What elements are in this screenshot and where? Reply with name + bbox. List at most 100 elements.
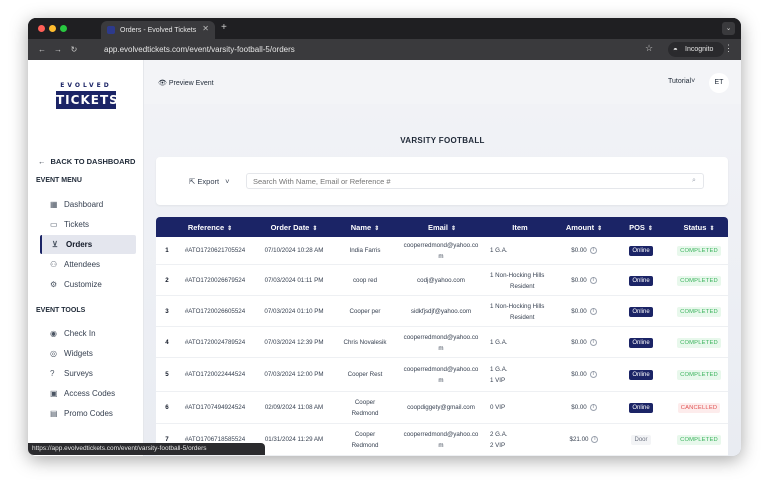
item-text-line-2: Resident [510, 314, 535, 321]
new-tab-icon[interactable]: + [221, 22, 227, 33]
table-row[interactable]: 5 #ATO1720022444524 07/03/2024 12:00 PM Coo… [156, 358, 728, 392]
incognito-badge[interactable]: ◓ Incognito [668, 42, 724, 57]
reference-cell[interactable]: #ATO1720024789524 [174, 337, 256, 348]
column-header-status[interactable]: Status ⇕ [671, 223, 727, 232]
column-header-amount[interactable]: Amount ⇕ [554, 223, 614, 232]
tab-close-icon[interactable]: ✕ [202, 24, 209, 33]
amount-cell: $0.00 i [554, 275, 614, 286]
tab-search-icon[interactable]: ⌄ [722, 22, 735, 35]
table-row[interactable]: 1 #ATO1720621705524 07/10/2024 10:28 AM Ind… [156, 237, 728, 265]
table-row[interactable]: 6 #ATO1707494924524 02/09/2024 11:08 AM Coo… [156, 392, 728, 424]
back-arrow-icon[interactable]: ← [34, 45, 50, 54]
amount-text: $0.00 [571, 371, 587, 378]
status-badge: COMPLETED [677, 307, 721, 317]
logo-line-2: TICKETS [56, 91, 119, 109]
email-text-line-2: m [438, 377, 444, 384]
customer-name: coop red [352, 277, 378, 284]
browser-tab[interactable]: Orders - Evolved Tickets ✕ [101, 21, 215, 39]
status-cell: COMPLETED [671, 306, 727, 317]
item-text: 2 G.A. [490, 431, 508, 438]
preview-label: Preview Event [168, 80, 214, 87]
reference-cell[interactable]: #ATO1720026679524 [174, 275, 256, 286]
column-header-email[interactable]: Email ⇕ [399, 223, 485, 232]
row-number: 7 [165, 436, 169, 443]
sort-icon: ⇕ [647, 226, 653, 232]
table-row[interactable]: 2 #ATO1720026679524 07/03/2024 01:11 PM coo… [156, 265, 728, 296]
reference-text: #ATO1720026605524 [184, 308, 246, 315]
reference-cell[interactable]: #ATO1720026605524 [174, 306, 256, 317]
minimize-window-button[interactable] [49, 25, 56, 32]
amount-text: $21.00 [569, 436, 589, 443]
preview-event-link[interactable]: 👁 Preview Event [158, 79, 214, 87]
row-number-cell: 3 [160, 306, 174, 317]
info-icon[interactable]: i [591, 435, 599, 443]
close-window-button[interactable] [38, 25, 45, 32]
sidebar-item-tickets[interactable]: ▭ Tickets [40, 215, 136, 234]
address-bar[interactable]: app.evolvedtickets.com/event/varsity-foo… [94, 42, 664, 57]
sidebar-item-attendees[interactable]: ⚇ Attendees [40, 255, 136, 274]
reload-icon[interactable]: ↻ [66, 45, 82, 54]
sort-icon: ⇕ [597, 226, 603, 232]
sidebar-item-widgets[interactable]: ◎ Widgets [40, 344, 136, 363]
sidebar-item-customize[interactable]: ⚙ Customize [40, 275, 136, 294]
sidebar-item-orders[interactable]: ⊻ Orders [40, 235, 136, 254]
sidebar-item-access-codes[interactable]: ▣ Access Codes [40, 384, 136, 403]
order-date-cell: 07/03/2024 01:11 PM [252, 275, 336, 286]
sidebar-item-surveys[interactable]: ? Surveys [40, 364, 136, 383]
tutorial-dropdown[interactable]: Tutorial˅ [668, 78, 695, 85]
info-icon[interactable]: i [589, 246, 597, 254]
sidebar-item-label: Surveys [64, 369, 93, 378]
info-icon[interactable]: i [589, 403, 597, 411]
search-input[interactable] [246, 173, 704, 189]
pos-badge: Online [629, 246, 653, 256]
email-text-line-2: m [438, 442, 444, 449]
column-header-order-date[interactable]: Order Date ⇕ [252, 223, 336, 232]
email-text: sidkfjsdjf@yahoo.com [410, 308, 472, 315]
info-icon[interactable]: i [589, 370, 597, 378]
maximize-window-button[interactable] [60, 25, 67, 32]
email-text: cooperredmond@yahoo.co [403, 366, 479, 373]
email-cell: cooperredmond@yahoo.co m [392, 429, 490, 451]
export-dropdown[interactable]: ⇱ Export ˅ [189, 177, 230, 186]
sidebar-item-check-in[interactable]: ◉ Check In [40, 324, 136, 343]
info-icon[interactable]: i [589, 276, 597, 284]
info-icon[interactable]: i [589, 338, 597, 346]
sort-icon: ⇕ [450, 226, 457, 232]
event-tools-heading: EVENT TOOLS [36, 307, 86, 314]
info-icon[interactable]: i [589, 307, 597, 315]
forward-arrow-icon[interactable]: → [50, 45, 66, 54]
item-cell: 1 Non-Hocking Hills Resident [490, 270, 564, 292]
pos-cell: Online [616, 306, 666, 317]
grid-icon: ▦ [50, 200, 58, 209]
column-header-name[interactable]: Name ⇕ [337, 223, 393, 232]
tag-icon: ▤ [50, 409, 58, 418]
back-to-dashboard-link[interactable]: ← BACK TO DASHBOARD [38, 157, 135, 166]
pos-badge: Door [631, 435, 651, 445]
amount-cell: $0.00 i [554, 402, 614, 413]
browser-menu-icon[interactable]: ⋮ [724, 43, 733, 54]
customer-name: India Farris [349, 247, 381, 254]
avatar[interactable]: ET [709, 73, 729, 93]
bookmark-star-icon[interactable]: ☆ [645, 43, 653, 54]
reference-cell[interactable]: #ATO1720621705524 [174, 245, 256, 256]
brand-logo[interactable]: EVOLVED TICKETS [56, 82, 119, 109]
table-row[interactable]: 3 #ATO1720026605524 07/03/2024 01:10 PM Coo… [156, 296, 728, 327]
column-label: Reference [187, 223, 225, 232]
export-icon: ⇱ [189, 177, 196, 186]
item-text-line-2: 1 VIP [490, 377, 506, 384]
tab-title: Orders - Evolved Tickets [120, 26, 197, 34]
pos-cell: Door [616, 434, 666, 445]
status-badge: COMPLETED [677, 370, 721, 380]
reference-cell[interactable]: #ATO1707494924524 [174, 402, 256, 413]
table-row[interactable]: 4 #ATO1720024789524 07/03/2024 12:39 PM Chr… [156, 327, 728, 358]
search-icon[interactable]: ⌕ [692, 177, 696, 185]
sidebar-item-dashboard[interactable]: ▦ Dashboard [40, 195, 136, 214]
column-header-reference[interactable]: Reference ⇕ [174, 223, 246, 232]
row-number: 2 [165, 277, 169, 284]
column-header-pos[interactable]: POS ⇕ [616, 223, 666, 232]
item-text: 1 Non-Hocking Hills [490, 272, 545, 279]
amount-text: $0.00 [571, 277, 587, 284]
sidebar-item-promo-codes[interactable]: ▤ Promo Codes [40, 404, 136, 423]
reference-cell[interactable]: #ATO1720022444524 [174, 369, 256, 380]
email-text: cooperredmond@yahoo.co [403, 242, 479, 249]
